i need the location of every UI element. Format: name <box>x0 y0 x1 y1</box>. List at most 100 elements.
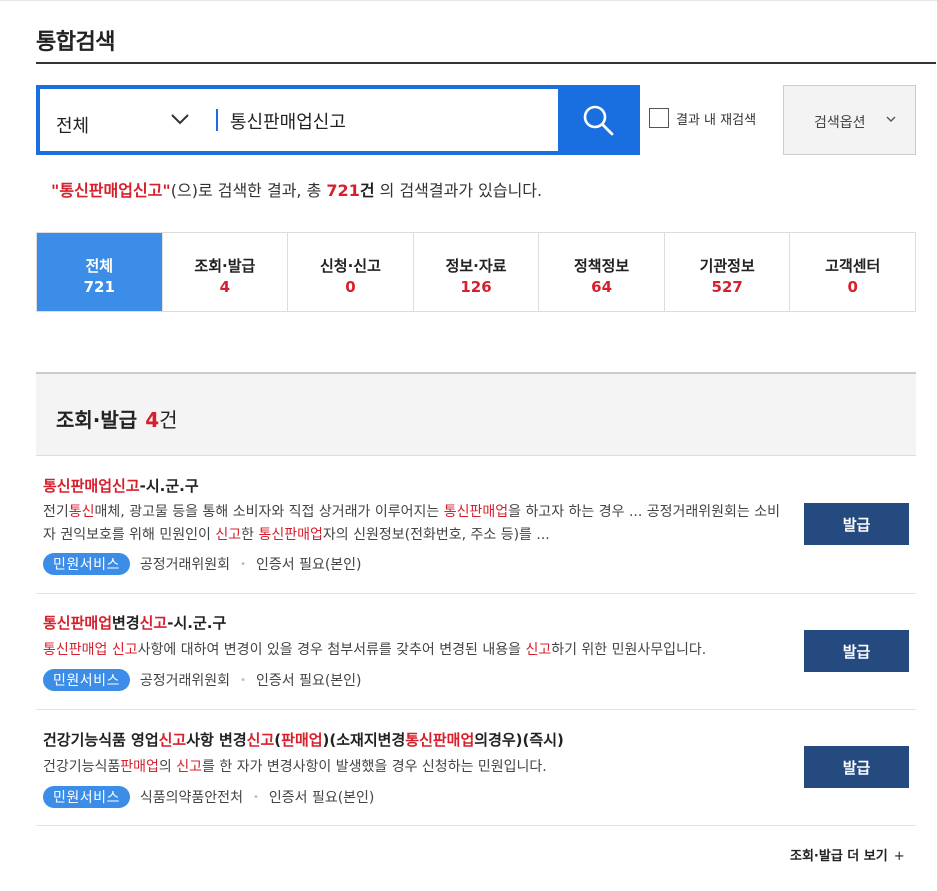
service-badge: 민원서비스 <box>43 553 130 575</box>
tab-lookup-issue[interactable]: 조회·발급 4 <box>161 233 288 311</box>
text-run: 건강기능식품 <box>43 759 121 775</box>
issue-button[interactable]: 발급 <box>804 630 909 672</box>
result-description: 건강기능식품판매업의 신고를 한 자가 변경사항이 발생했을 경우 신청하는 민… <box>43 756 783 779</box>
keyword-highlight: 판매업 <box>120 759 159 775</box>
result-meta: 민원서비스 공정거래위원회 • 인증서 필요(본인) <box>43 669 362 691</box>
result-item: 통신판매업신고-시.군.구 전기통신매체, 광고물 등을 통해 소비자와 직접 … <box>36 457 916 594</box>
keyword-highlight: 통신판매업 <box>43 614 113 632</box>
result-item: 건강기능식품 영업신고사항 변경신고(판매업)(소재지변경통신판매업의경우)(즉… <box>36 710 916 826</box>
text-run: -시.군.구 <box>139 477 199 495</box>
summary-count: 721 <box>326 181 360 200</box>
research-label: 결과 내 재검색 <box>676 112 757 128</box>
result-title-link[interactable]: 건강기능식품 영업신고사항 변경신고(판매업)(소재지변경통신판매업의경우)(즉… <box>43 729 564 750</box>
tab-count: 4 <box>219 278 231 296</box>
tab-label: 정보·자료 <box>445 257 507 275</box>
text-run: 매체, 광고물 등을 통해 소비자와 직접 상거래가 이루어지는 <box>94 504 444 520</box>
text-run: 를 한 자가 변경사항이 발생했을 경우 신청하는 민원입니다. <box>202 759 547 775</box>
keyword-highlight: 통신판매업 <box>443 504 509 520</box>
search-cursor-bar <box>216 109 218 131</box>
keyword-highlight: 신고 <box>158 731 187 749</box>
keyword-highlight: 통신판매업 신고 <box>43 642 138 658</box>
text-run: -시.군.구 <box>167 614 227 632</box>
keyword-highlight: 신고 <box>525 642 552 658</box>
tab-label: 정책정보 <box>574 257 630 275</box>
text-run: 사항에 대하여 변경이 있을 경우 첨부서류를 갖추어 변경된 내용을 <box>137 642 526 658</box>
text-run: 한 <box>241 527 259 543</box>
tab-policy[interactable]: 정책정보 64 <box>538 233 664 311</box>
tab-all[interactable]: 전체 721 <box>37 233 162 311</box>
result-summary: "통신판매업신고"(으)로 검색한 결과, 총 721건 의 검색결과가 있습니… <box>51 177 542 201</box>
keyword-highlight: 신고 <box>176 759 203 775</box>
section-count: 4 <box>145 408 160 432</box>
cert-requirement: 인증서 필요(본인) <box>255 557 362 573</box>
chevron-down-icon <box>886 116 896 122</box>
service-badge: 민원서비스 <box>43 669 130 691</box>
keyword-highlight: 통신판매업신고 <box>43 477 140 495</box>
tab-info-data[interactable]: 정보·자료 126 <box>412 233 539 311</box>
tab-label: 신청·신고 <box>319 257 381 275</box>
issue-button[interactable]: 발급 <box>804 746 909 788</box>
tab-count: 527 <box>711 278 743 296</box>
tab-label: 조회·발급 <box>194 257 256 275</box>
plus-icon: + <box>893 849 905 864</box>
cert-requirement: 인증서 필요(본인) <box>268 790 375 806</box>
search-input[interactable] <box>230 108 550 134</box>
search-options-label: 검색옵션 <box>814 115 866 131</box>
section-title-text: 조회·발급 <box>56 408 138 432</box>
more-lookup-issue-link[interactable]: 조회·발급 더 보기 + <box>790 845 905 864</box>
tab-label: 고객센터 <box>825 257 881 275</box>
title-divider <box>36 62 936 64</box>
keyword-highlight: 통신 <box>68 504 95 520</box>
section-unit: 건 <box>159 408 178 432</box>
scope-select[interactable]: 전체 <box>40 89 210 151</box>
result-description: 전기통신매체, 광고물 등을 통해 소비자와 직접 상거래가 이루어지는 통신판… <box>43 501 783 547</box>
search-box: 전체 <box>36 85 640 155</box>
tab-customer-center[interactable]: 고객센터 0 <box>789 233 915 311</box>
result-meta: 민원서비스 공정거래위원회 • 인증서 필요(본인) <box>43 553 362 575</box>
more-label: 조회·발급 더 보기 <box>790 849 888 864</box>
issue-button[interactable]: 발급 <box>804 503 909 545</box>
tab-label: 기관정보 <box>699 257 755 275</box>
text-run: 의 <box>158 759 177 775</box>
agency-name: 공정거래위원회 <box>139 673 231 689</box>
result-meta: 민원서비스 식품의약품안전처 • 인증서 필요(본인) <box>43 786 374 808</box>
separator-dot: • <box>252 791 259 803</box>
text-run: 자의 신원정보(전화번호, 주소 등)를 ... <box>322 527 550 543</box>
top-border <box>0 0 937 1</box>
summary-text: (으)로 검색한 결과, 총 <box>170 181 327 200</box>
separator-dot: • <box>240 674 246 686</box>
research-checkbox[interactable] <box>649 108 669 128</box>
text-run: 의경우)(즉시) <box>474 731 564 749</box>
text-run: 전기 <box>43 504 69 520</box>
search-icon <box>583 105 614 136</box>
summary-keyword: 통신판매업신고 <box>59 181 163 200</box>
keyword-highlight: 통신판매업 <box>405 731 475 749</box>
summary-tail: 의 검색결과가 있습니다. <box>374 181 543 200</box>
search-button[interactable] <box>558 85 640 155</box>
text-run: 사항 변경 <box>186 731 247 749</box>
tab-count: 126 <box>460 278 492 296</box>
search-options-button[interactable]: 검색옵션 <box>783 85 916 155</box>
text-run: )(소재지변경 <box>322 731 406 749</box>
scope-select-value: 전체 <box>56 116 90 137</box>
tab-label: 전체 <box>85 257 114 275</box>
separator-dot: • <box>240 558 246 570</box>
keyword-highlight: 신고 <box>215 527 242 543</box>
text-run: 하기 위한 민원사무입니다. <box>551 642 707 658</box>
keyword-highlight: 통신판매업 <box>258 527 323 543</box>
tab-agency[interactable]: 기관정보 527 <box>663 233 790 311</box>
tab-count: 0 <box>847 278 858 296</box>
result-title-link[interactable]: 통신판매업신고-시.군.구 <box>43 475 199 496</box>
tab-apply-report[interactable]: 신청·신고 0 <box>287 233 413 311</box>
research-toggle[interactable]: 결과 내 재검색 <box>649 108 756 128</box>
agency-name: 식품의약품안전처 <box>139 790 243 806</box>
keyword-highlight: 신고 <box>246 731 275 749</box>
text-run: 건강기능식품 영업 <box>43 731 159 749</box>
agency-name: 공정거래위원회 <box>139 557 231 573</box>
keyword-highlight: 신고 <box>139 614 168 632</box>
result-title-link[interactable]: 통신판매업변경신고-시.군.구 <box>43 612 226 633</box>
text-run: 변경 <box>112 614 140 632</box>
keyword-highlight: 판매업 <box>281 731 323 749</box>
summary-close-quote: " <box>162 181 171 200</box>
page-title: 통합검색 <box>36 30 115 55</box>
